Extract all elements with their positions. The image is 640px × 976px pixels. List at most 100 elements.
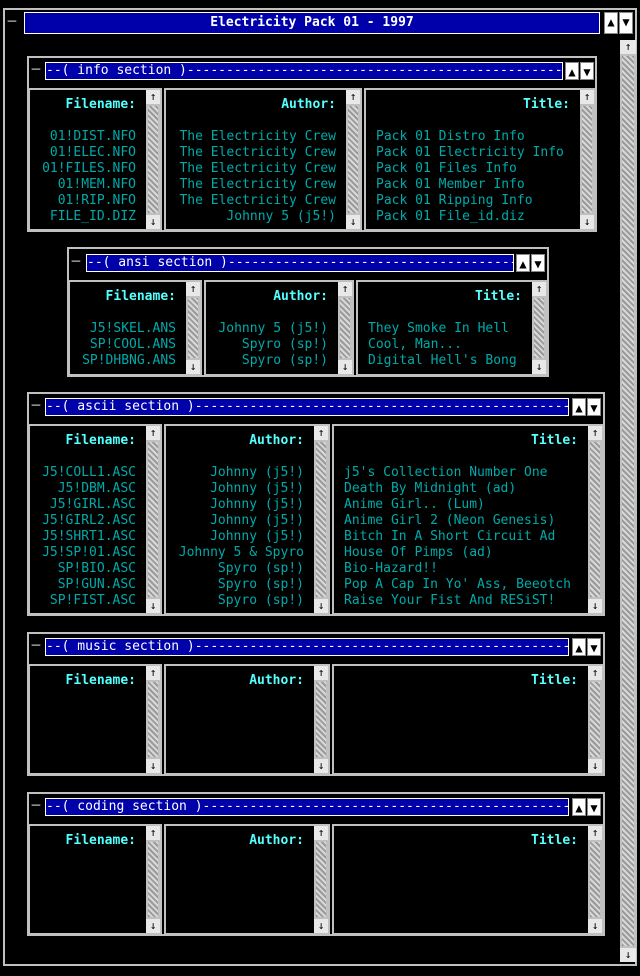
filename-scrollbar[interactable]: ↑ ↓ — [146, 666, 160, 773]
scroll-up-icon[interactable]: ↑ — [346, 90, 360, 104]
scroll-down-icon[interactable]: ↓ — [580, 215, 594, 229]
ansi-section-title: --( ansi section )----------------------… — [86, 254, 514, 272]
scroll-down-icon[interactable]: ↓ — [146, 919, 160, 933]
ascii-filename-pane: Filename: J5!COLL1.ASC J5!DBM.ASC J5!GIR… — [28, 424, 162, 615]
title-header: Title: — [531, 433, 578, 448]
scroll-down-icon[interactable]: ↓ — [346, 215, 360, 229]
scroll-down-icon[interactable]: ↓ — [588, 599, 602, 613]
title-header: Title: — [531, 833, 578, 848]
scroll-down-icon[interactable]: ↓ — [588, 759, 602, 773]
scroll-up-icon[interactable]: ↑ — [146, 666, 160, 680]
ansi-author-pane: Author: Johnny 5 (j5!) Spyro (sp!) Spyro… — [204, 280, 354, 376]
music-scroll-up-button[interactable]: ▲ — [572, 638, 586, 656]
scroll-up-icon[interactable]: ↑ — [580, 90, 594, 104]
ansi-scroll-down-button[interactable]: ▼ — [531, 254, 545, 272]
scroll-up-icon[interactable]: ↑ — [314, 426, 328, 440]
filename-scrollbar[interactable]: ↑ ↓ — [146, 426, 160, 613]
scroll-up-icon[interactable]: ↑ — [314, 666, 328, 680]
scroll-down-icon[interactable]: ↓ — [186, 360, 200, 374]
title-scrollbar[interactable]: ↑ ↓ — [588, 426, 602, 613]
ansi-close-icon[interactable]: ─ — [69, 254, 83, 272]
filename-list[interactable]: J5!SKEL.ANS SP!COOL.ANS SP!DHBNG.ANS — [70, 321, 176, 369]
scroll-down-icon[interactable]: ↓ — [314, 599, 328, 613]
scroll-up-icon[interactable]: ↑ — [588, 826, 602, 840]
author-list[interactable]: The Electricity Crew The Electricity Cre… — [166, 129, 336, 225]
filename-scrollbar[interactable]: ↑ ↓ — [186, 282, 200, 374]
scroll-up-icon[interactable]: ↑ — [532, 282, 546, 296]
author-header: Author: — [281, 97, 336, 112]
ascii-close-icon[interactable]: ─ — [29, 398, 43, 416]
music-author-pane: Author: ↑ ↓ — [164, 664, 330, 775]
title-scrollbar[interactable]: ↑ ↓ — [580, 90, 594, 229]
author-header: Author: — [249, 833, 304, 848]
main-minimize-button[interactable]: ▼ — [619, 12, 633, 34]
filename-scrollbar[interactable]: ↑ ↓ — [146, 826, 160, 933]
ascii-author-pane: Author: Johnny (j5!) Johnny (j5!) Johnny… — [164, 424, 330, 615]
scroll-down-icon[interactable]: ↓ — [146, 599, 160, 613]
main-scroll-track[interactable] — [622, 56, 634, 946]
coding-scroll-down-button[interactable]: ▼ — [587, 798, 601, 816]
main-scroll-up-icon[interactable]: ↑ — [620, 40, 636, 54]
main-scrollbar[interactable]: ↑ ↓ — [620, 40, 636, 962]
scroll-up-icon[interactable]: ↑ — [146, 90, 160, 104]
scroll-down-icon[interactable]: ↓ — [532, 360, 546, 374]
scroll-up-icon[interactable]: ↑ — [588, 426, 602, 440]
ansi-scroll-up-button[interactable]: ▲ — [516, 254, 530, 272]
scroll-down-icon[interactable]: ↓ — [146, 215, 160, 229]
info-title-pane: Title: Pack 01 Distro Info Pack 01 Elect… — [364, 88, 596, 231]
info-section-title: --( info section )----------------------… — [45, 62, 563, 80]
filename-list[interactable]: 01!DIST.NFO 01!ELEC.NFO 01!FILES.NFO 01!… — [30, 129, 136, 225]
scroll-down-icon[interactable]: ↓ — [314, 759, 328, 773]
author-list[interactable]: Johnny 5 (j5!) Spyro (sp!) Spyro (sp!) — [206, 321, 328, 369]
author-scrollbar[interactable]: ↑ ↓ — [338, 282, 352, 374]
scroll-down-icon[interactable]: ↓ — [338, 360, 352, 374]
ansi-filename-pane: Filename: J5!SKEL.ANS SP!COOL.ANS SP!DHB… — [68, 280, 202, 376]
music-scroll-down-button[interactable]: ▼ — [587, 638, 601, 656]
scroll-down-icon[interactable]: ↓ — [146, 759, 160, 773]
title-scrollbar[interactable]: ↑ ↓ — [588, 666, 602, 773]
filename-header: Filename: — [65, 433, 136, 448]
ascii-section-title: --( ascii section )---------------------… — [45, 398, 569, 416]
ascii-title-pane: Title: j5's Collection Number One Death … — [332, 424, 604, 615]
scroll-down-icon[interactable]: ↓ — [314, 919, 328, 933]
ansi-title-pane: Title: They Smoke In Hell Cool, Man... D… — [356, 280, 548, 376]
info-close-icon[interactable]: ─ — [29, 62, 43, 80]
filename-header: Filename: — [65, 833, 136, 848]
author-scrollbar[interactable]: ↑ ↓ — [346, 90, 360, 229]
info-author-pane: Author: The Electricity Crew The Electri… — [164, 88, 362, 231]
scroll-up-icon[interactable]: ↑ — [314, 826, 328, 840]
music-close-icon[interactable]: ─ — [29, 638, 43, 656]
scroll-up-icon[interactable]: ↑ — [338, 282, 352, 296]
title-list[interactable]: They Smoke In Hell Cool, Man... Digital … — [368, 321, 538, 369]
scroll-up-icon[interactable]: ↑ — [186, 282, 200, 296]
info-scroll-down-button[interactable]: ▼ — [580, 62, 594, 80]
filename-header: Filename: — [65, 97, 136, 112]
main-title-bar: Electricity Pack 01 - 1997 — [24, 12, 600, 34]
main-close-icon[interactable]: ─ — [5, 14, 19, 32]
coding-filename-pane: Filename: ↑ ↓ — [28, 824, 162, 935]
main-scroll-down-icon[interactable]: ↓ — [620, 948, 636, 962]
author-scrollbar[interactable]: ↑ ↓ — [314, 666, 328, 773]
title-scrollbar[interactable]: ↑ ↓ — [588, 826, 602, 933]
title-list[interactable]: j5's Collection Number One Death By Midn… — [344, 465, 594, 609]
author-scrollbar[interactable]: ↑ ↓ — [314, 826, 328, 933]
filename-header: Filename: — [65, 673, 136, 688]
music-filename-pane: Filename: ↑ ↓ — [28, 664, 162, 775]
filename-list[interactable]: J5!COLL1.ASC J5!DBM.ASC J5!GIRL.ASC J5!G… — [30, 465, 136, 609]
ascii-scroll-down-button[interactable]: ▼ — [587, 398, 601, 416]
info-scroll-up-button[interactable]: ▲ — [565, 62, 579, 80]
author-list[interactable]: Johnny (j5!) Johnny (j5!) Johnny (j5!) J… — [166, 465, 304, 609]
title-scrollbar[interactable]: ↑ ↓ — [532, 282, 546, 374]
author-scrollbar[interactable]: ↑ ↓ — [314, 426, 328, 613]
ascii-scroll-up-button[interactable]: ▲ — [572, 398, 586, 416]
filename-scrollbar[interactable]: ↑ ↓ — [146, 90, 160, 229]
title-header: Title: — [475, 289, 522, 304]
scroll-up-icon[interactable]: ↑ — [146, 826, 160, 840]
coding-close-icon[interactable]: ─ — [29, 798, 43, 816]
scroll-down-icon[interactable]: ↓ — [588, 919, 602, 933]
scroll-up-icon[interactable]: ↑ — [588, 666, 602, 680]
coding-scroll-up-button[interactable]: ▲ — [572, 798, 586, 816]
main-maximize-button[interactable]: ▲ — [604, 12, 618, 34]
title-list[interactable]: Pack 01 Distro Info Pack 01 Electricity … — [376, 129, 586, 225]
scroll-up-icon[interactable]: ↑ — [146, 426, 160, 440]
